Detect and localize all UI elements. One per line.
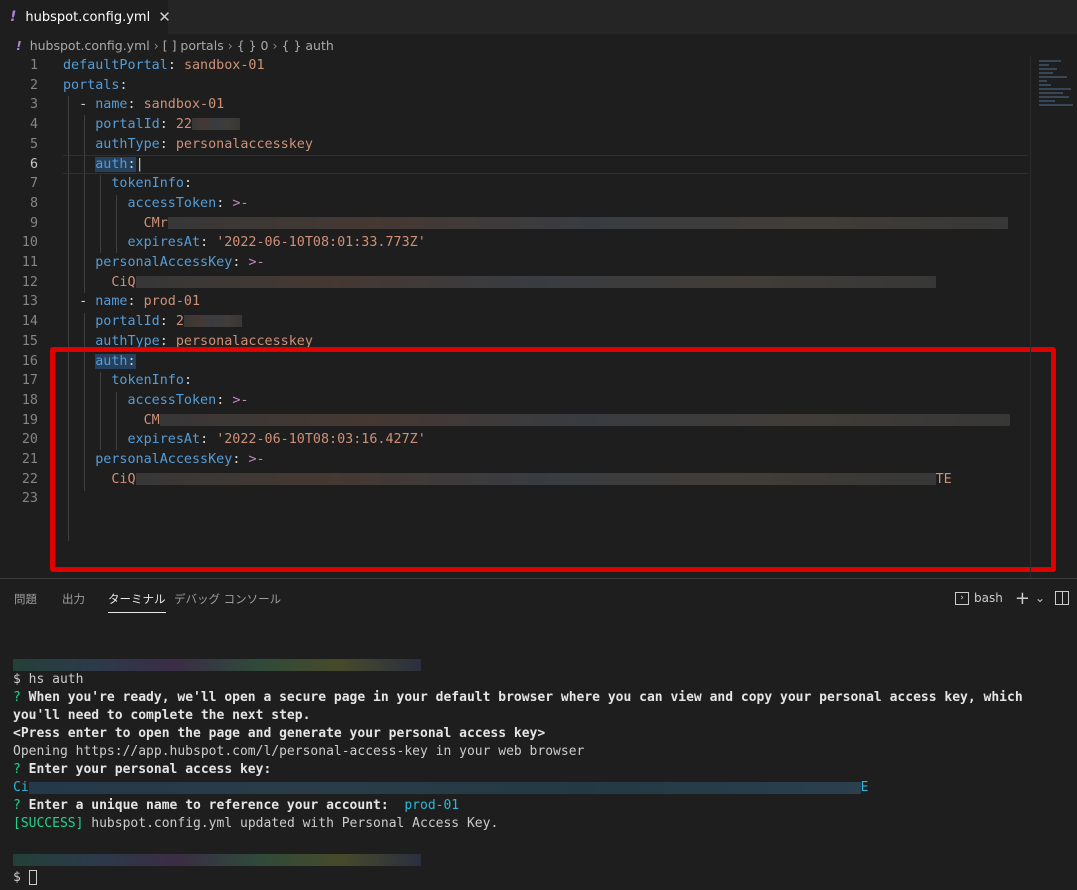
terminal-line: <Press enter to open the page and genera… [13,726,546,741]
redacted-value [192,118,240,131]
terminal-line: ? When you're ready, we'll open a secure… [13,690,1023,705]
code-line: 7 tokenInfo: [29,176,192,192]
code-line: 12 CiQ [0,273,1030,293]
code-editor[interactable]: 1 defaultPortal: sandbox-01 2 portals: 3 -… [0,56,1077,578]
terminal-line: Ci E [13,780,869,795]
breadcrumb-auth[interactable]: { } auth [282,38,334,53]
redacted-value [13,658,421,671]
code-line: 9 CMr [0,214,1030,234]
terminal-line: you'll need to complete the next step. [13,708,311,723]
terminal-icon: › [955,591,970,605]
file-tab-title: hubspot.config.yml [25,9,151,25]
tab-problems[interactable]: 問題 [14,591,37,607]
bottom-panel: 問題 出力 ターミナル デバッグ コンソール › bash + ⌄ $ hs a… [0,578,1077,890]
redacted-value [13,853,421,866]
breadcrumb-portals[interactable]: [ ] portals [163,38,224,53]
redacted-value [28,781,861,794]
shell-name[interactable]: bash [974,591,1003,605]
chevron-right-icon: › [227,37,233,53]
chevron-right-icon: › [153,37,159,53]
minimap[interactable] [1030,56,1077,578]
code-line: 3 - name: sandbox-01 [29,97,225,113]
redacted-value [167,216,1008,229]
terminal-toolbar: › bash + ⌄ [950,587,1077,609]
chevron-right-icon: › [272,37,278,53]
code-line: 10 expiresAt: '2022-06-10T08:01:33.773Z' [21,235,426,251]
terminal-prompt-line[interactable]: $ [13,869,37,887]
chevron-down-icon[interactable]: ⌄ [1035,591,1045,605]
tab-output[interactable]: 出力 [62,591,85,607]
yaml-file-icon: ! [16,37,22,53]
tab-terminal[interactable]: ターミナル [108,591,166,613]
code-line: 5 authType: personalaccesskey [29,136,313,152]
code-line: 11 personalAccessKey: >- [21,255,265,270]
file-tab[interactable]: ! hubspot.config.yml ✕ [0,0,171,34]
terminal-line [13,851,421,869]
panel-tabs: 問題 出力 ターミナル デバッグ コンソール [0,579,1077,617]
highlight-box [50,347,1056,572]
terminal-cursor [28,870,37,885]
breadcrumb: ! hubspot.config.yml › [ ] portals › { }… [0,34,1077,56]
code-line: 1 defaultPortal: sandbox-01 [29,58,265,73]
close-icon[interactable]: ✕ [158,8,171,26]
breadcrumb-file[interactable]: hubspot.config.yml [30,38,150,53]
breadcrumb-index[interactable]: { } 0 [237,38,269,53]
code-line: 2 portals: [29,77,128,93]
plus-icon[interactable]: + [1015,588,1030,609]
terminal-line: ? Enter your personal access key: [13,762,272,777]
terminal-line: ? Enter a unique name to reference your … [13,798,460,813]
yaml-file-icon: ! [10,9,17,25]
code-line: 8 accessToken: >- [29,195,249,211]
code-line: 4 portalId: 22 [0,115,1030,135]
redacted-value [183,315,242,328]
code-line: 14 portalId: 2 [0,312,1030,332]
code-line: 13 - name: prod-01 [21,294,201,310]
tab-debug-console[interactable]: デバッグ コンソール [174,591,281,607]
terminal-line: $ hs auth [13,672,84,687]
code-line: 6 auth:| [29,156,144,172]
redacted-value [135,275,936,288]
terminal-line: Opening https://app.hubspot.com/l/person… [13,744,585,759]
editor-tab-bar: ! hubspot.config.yml ✕ [0,0,1077,34]
terminal-line: [SUCCESS] hubspot.config.yml updated wit… [13,816,499,831]
split-terminal-icon[interactable] [1055,591,1069,605]
